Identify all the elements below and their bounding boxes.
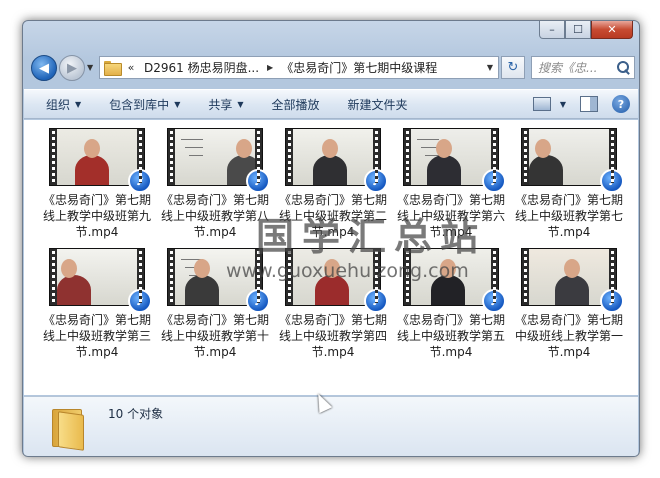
view-dropdown-icon[interactable]: ▼ — [560, 100, 566, 109]
video-thumbnail: ♪ — [167, 248, 270, 313]
file-item[interactable]: ♪ 《忠易奇门》第七期线上中级班教学第二节.mp4 — [274, 126, 392, 242]
video-thumbnail: ♪ — [521, 248, 624, 313]
video-thumbnail: ♪ — [403, 248, 506, 313]
file-name: 《忠易奇门》第七期线上中级班教学第十节.mp4 — [160, 313, 269, 359]
recent-pages-dropdown-icon[interactable]: ▼ — [87, 63, 93, 72]
share-label: 共享 — [208, 97, 233, 112]
organize-menu[interactable]: 组织 ▼ — [32, 96, 95, 113]
breadcrumb-parent[interactable]: D2961 杨忠易阴盘... — [138, 59, 265, 76]
file-item[interactable]: ♪ 《忠易奇门》第七期线上中级班教学第六节.mp4 — [392, 126, 510, 242]
view-options-icon[interactable] — [532, 97, 551, 111]
video-thumbnail: ♪ — [285, 128, 388, 193]
file-item[interactable]: ♪ 《忠易奇门》第七期线上中级班教学第五节.mp4 — [392, 246, 510, 362]
media-player-icon: ♪ — [600, 169, 624, 193]
video-thumbnail: ♪ — [49, 248, 152, 313]
video-thumbnail: ♪ — [403, 128, 506, 193]
new-folder-label: 新建文件夹 — [347, 97, 408, 112]
breadcrumb-current[interactable]: 《忠易奇门》第七期中级课程 — [275, 59, 443, 76]
file-item[interactable]: ♪ 《忠易奇门》第七期线上中级班教学第八节.mp4 — [156, 126, 274, 242]
media-player-icon: ♪ — [600, 289, 624, 313]
file-item[interactable]: ♪ 《忠易奇门》第七期线上中级班教学第四节.mp4 — [274, 246, 392, 362]
address-bar[interactable]: « D2961 杨忠易阴盘... ▶ 《忠易奇门》第七期中级课程 ▼ — [99, 56, 499, 79]
file-grid: ♪ 《忠易奇门》第七期线上教学中级班第九节.mp4 ♪ 《忠易奇门》第七期线上中级班教… — [38, 126, 628, 362]
file-item[interactable]: ♪ 《忠易奇门》第七期线上中级班教学第三节.mp4 — [38, 246, 156, 362]
file-name: 《忠易奇门》第七期线上中级班教学第二节.mp4 — [278, 193, 387, 239]
item-count: 10 个对象 — [108, 407, 164, 421]
explorer-window: – ☐ ✕ ◀ ▶ ▼ « D2961 杨忠易阴盘... ▶ 《忠易奇门》第七期… — [22, 20, 640, 457]
share-menu[interactable]: 共享 ▼ — [194, 96, 257, 113]
file-name: 《忠易奇门》第七期线上中级班教学第七节.mp4 — [514, 193, 623, 239]
file-name: 《忠易奇门》第七期线上教学中级班第九节.mp4 — [42, 193, 151, 239]
search-placeholder: 搜索《忠... — [538, 61, 598, 75]
chevron-down-icon: ▼ — [237, 99, 244, 109]
media-player-icon: ♪ — [364, 289, 388, 313]
caption-buttons: – ☐ ✕ — [539, 21, 633, 39]
organize-label: 组织 — [46, 97, 71, 112]
media-player-icon: ♪ — [128, 169, 152, 193]
preview-pane-icon[interactable] — [580, 96, 598, 112]
navigation-bar: ◀ ▶ ▼ « D2961 杨忠易阴盘... ▶ 《忠易奇门》第七期中级课程 ▼… — [29, 53, 635, 83]
address-history-dropdown-icon[interactable]: ▼ — [482, 63, 498, 72]
media-player-icon: ♪ — [246, 289, 270, 313]
close-button[interactable]: ✕ — [591, 21, 633, 39]
file-name: 《忠易奇门》第七期中级班线上教学第一节.mp4 — [514, 313, 623, 359]
chevron-down-icon: ▼ — [75, 99, 82, 109]
play-all-button[interactable]: 全部播放 — [258, 96, 334, 113]
command-bar: 组织 ▼ 包含到库中 ▼ 共享 ▼ 全部播放 新建文件夹 ▼ ? — [24, 89, 638, 119]
search-icon[interactable] — [614, 59, 632, 77]
video-thumbnail: ♪ — [49, 128, 152, 193]
file-item[interactable]: ♪ 《忠易奇门》第七期中级班线上教学第一节.mp4 — [510, 246, 628, 362]
media-player-icon: ♪ — [482, 289, 506, 313]
file-item[interactable]: ♪ 《忠易奇门》第七期线上教学中级班第九节.mp4 — [38, 126, 156, 242]
file-name: 《忠易奇门》第七期线上中级班教学第五节.mp4 — [396, 313, 505, 359]
play-all-label: 全部播放 — [271, 97, 320, 112]
minimize-button[interactable]: – — [539, 21, 565, 39]
file-item[interactable]: ♪ 《忠易奇门》第七期线上中级班教学第十节.mp4 — [156, 246, 274, 362]
media-player-icon: ♪ — [482, 169, 506, 193]
forward-button[interactable]: ▶ — [59, 55, 85, 81]
include-in-library-menu[interactable]: 包含到库中 ▼ — [95, 96, 194, 113]
maximize-button[interactable]: ☐ — [565, 21, 591, 39]
new-folder-button[interactable]: 新建文件夹 — [334, 96, 422, 113]
breadcrumb-separator-icon[interactable]: ▶ — [265, 63, 275, 72]
file-name: 《忠易奇门》第七期线上中级班教学第四节.mp4 — [278, 313, 387, 359]
file-list-area[interactable]: ♪ 《忠易奇门》第七期线上教学中级班第九节.mp4 ♪ 《忠易奇门》第七期线上中级班教… — [24, 120, 638, 395]
media-player-icon: ♪ — [128, 289, 152, 313]
media-player-icon: ♪ — [364, 169, 388, 193]
back-button[interactable]: ◀ — [31, 55, 57, 81]
file-name: 《忠易奇门》第七期线上中级班教学第六节.mp4 — [396, 193, 505, 239]
include-in-library-label: 包含到库中 — [109, 97, 170, 112]
search-input[interactable]: 搜索《忠... — [531, 56, 635, 79]
help-icon[interactable]: ? — [612, 95, 630, 113]
file-name: 《忠易奇门》第七期线上中级班教学第八节.mp4 — [160, 193, 269, 239]
video-thumbnail: ♪ — [521, 128, 624, 193]
command-bar-right: ▼ ? — [532, 95, 638, 113]
refresh-button[interactable]: ↻ — [501, 56, 525, 79]
file-item[interactable]: ♪ 《忠易奇门》第七期线上中级班教学第七节.mp4 — [510, 126, 628, 242]
video-thumbnail: ♪ — [167, 128, 270, 193]
folder-icon — [50, 407, 88, 451]
folder-icon — [104, 61, 122, 76]
media-player-icon: ♪ — [246, 169, 270, 193]
file-name: 《忠易奇门》第七期线上中级班教学第三节.mp4 — [42, 313, 151, 359]
breadcrumb-overflow-button[interactable]: « — [124, 61, 138, 74]
video-thumbnail: ♪ — [285, 248, 388, 313]
chevron-down-icon: ▼ — [174, 99, 181, 109]
